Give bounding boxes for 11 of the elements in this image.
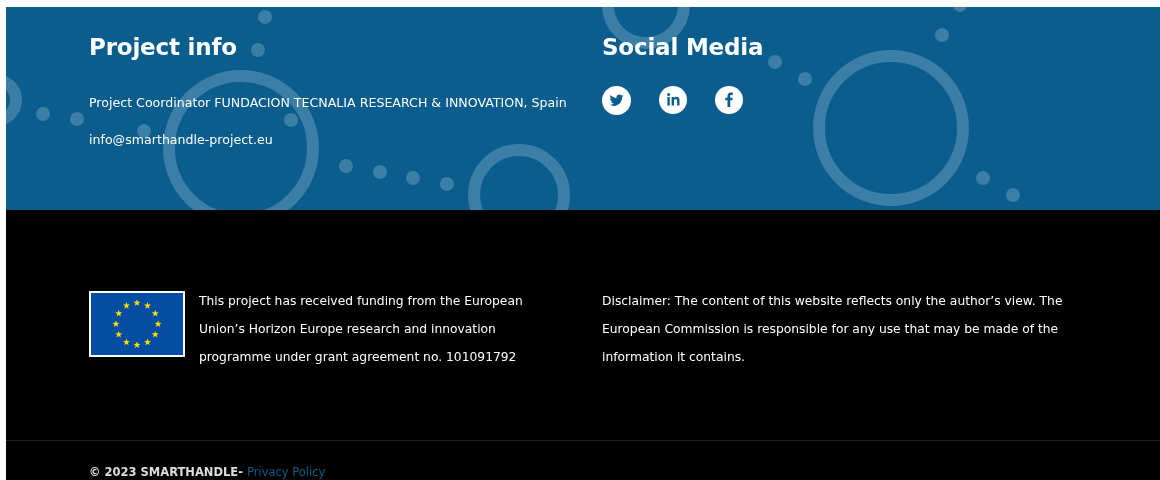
copyright-text: © 2023 SMARTHANDLE- Privacy Policy <box>89 464 326 480</box>
section-heading: Project info <box>89 33 238 62</box>
disclaimer-text: Disclaimer: The content of this website reflects only the author’s view. The European Commission is responsible for any use that may be made of the information it contains. <box>602 293 1064 366</box>
coordinator-text: Project Coordinator FUNDACION TECNALIA RESEARCH & INNOVATION, Spain <box>89 94 568 112</box>
email-link[interactable]: info@smarthandle-project.eu <box>89 126 273 154</box>
eu-flag-icon <box>89 291 185 357</box>
funding-text: This project has received funding from the European Union’s Horizon Europe research and innovation programme under grant agreement no. 101091792 <box>199 293 524 366</box>
facebook-icon[interactable] <box>715 86 743 114</box>
twitter-icon[interactable] <box>602 86 631 115</box>
linkedin-icon[interactable] <box>659 86 687 114</box>
section-heading: Social Media <box>602 33 764 62</box>
